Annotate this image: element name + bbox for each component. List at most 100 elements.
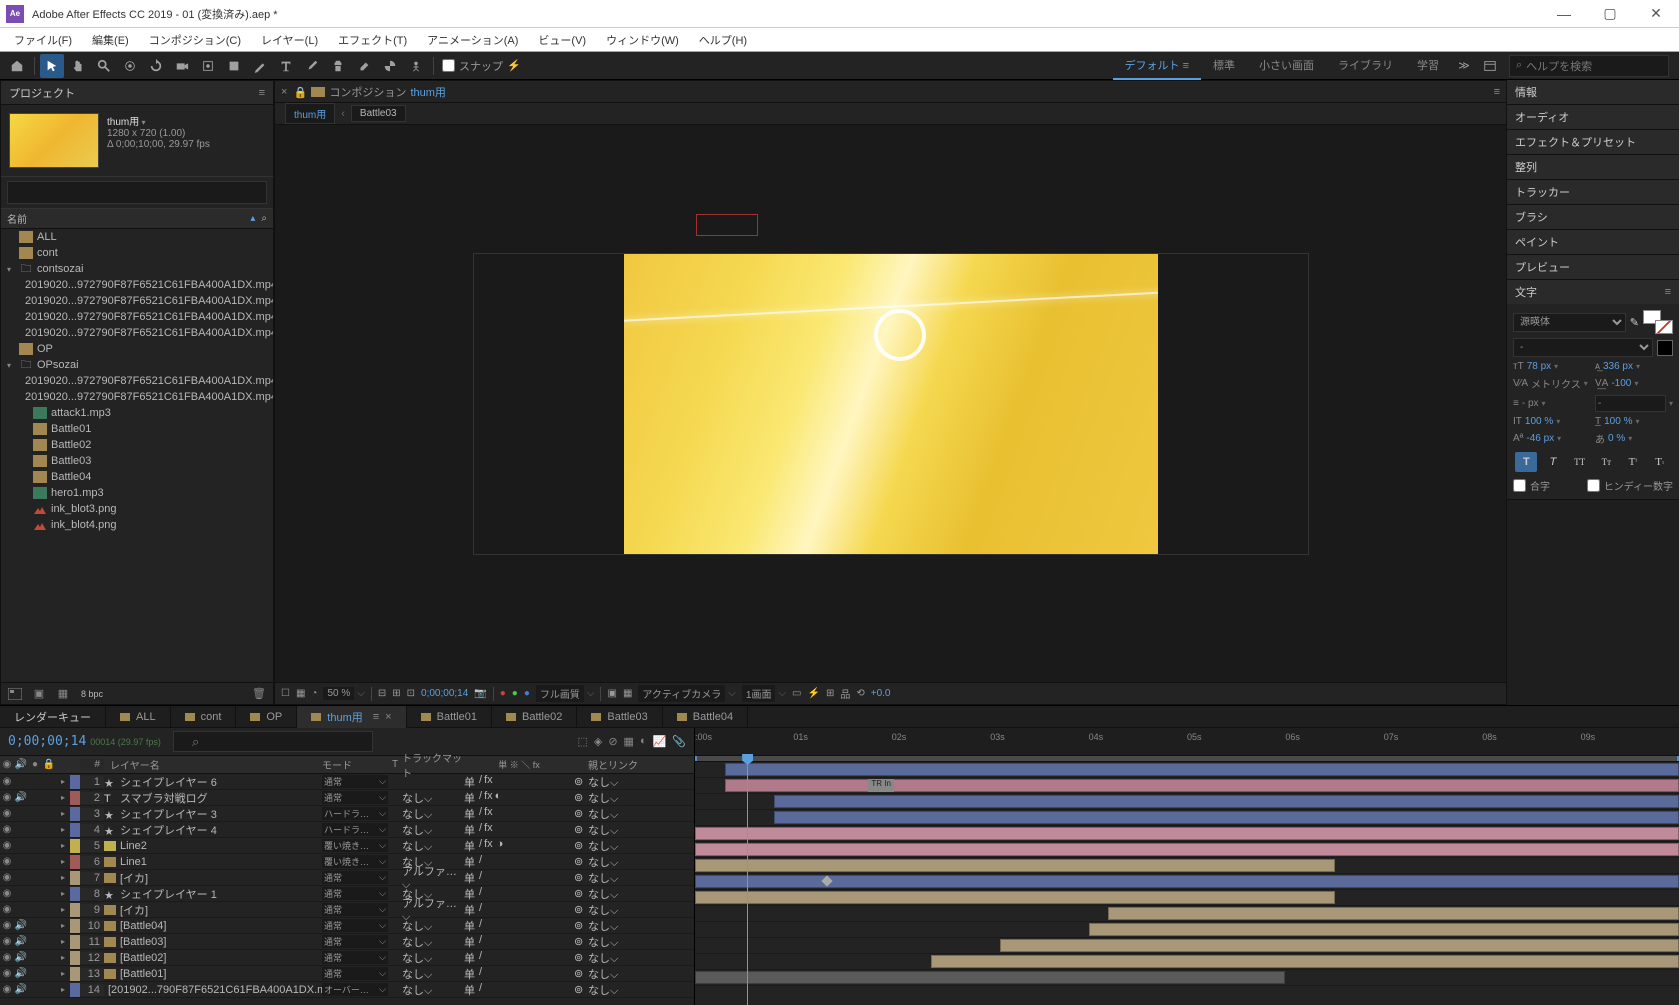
timeline-layer-row[interactable]: ◉▸8★シェイプレイヤー 1通常⌵なし⌵单/⊚なし⌵ [0,886,694,902]
italic-button[interactable]: T [1542,452,1564,472]
panel-header[interactable]: 情報 [1507,80,1679,104]
panel-header[interactable]: トラッカー [1507,180,1679,204]
close-tab-icon[interactable]: × [281,86,287,98]
roto-tool[interactable] [378,54,402,78]
zoom-dropdown[interactable]: 50 % [323,687,354,700]
panel-header[interactable]: 整列 [1507,155,1679,179]
snap-checkbox[interactable] [442,59,455,72]
timeline-layer-row[interactable]: ◉🔊▸10[Battle04]通常⌵なし⌵单/⊚なし⌵ [0,918,694,934]
superscript-button[interactable]: T¹ [1622,452,1644,472]
orbit-tool[interactable] [118,54,142,78]
pixel-aspect-icon[interactable]: ▭ [792,688,801,699]
menu-item[interactable]: 編集(E) [82,29,139,51]
timeline-layer-row[interactable]: ◉▸5Line2覆い焼き…⌵なし⌵单/fx◑⊚なし⌵ [0,838,694,854]
selection-tool[interactable] [40,54,64,78]
project-item[interactable]: ink_blot3.png [1,501,273,517]
current-time-display[interactable]: 0;00;00;14 [8,734,86,749]
baseline-value[interactable]: -46 px [1526,433,1554,444]
solo-column-icon[interactable]: ● [28,759,42,770]
audio-column-icon[interactable]: 🔊 [14,759,28,770]
motion-blur-icon[interactable]: ◐ [640,735,647,748]
panel-menu-icon[interactable]: ≡ [259,87,265,99]
project-item[interactable]: Battle03 [1,453,273,469]
panel-header[interactable]: エフェクト＆プリセット [1507,130,1679,154]
new-comp-button[interactable]: ▦ [53,685,73,703]
stroke-position[interactable]: - [1595,395,1666,412]
kerning-value[interactable]: メトリクス [1531,376,1581,391]
font-family-dropdown[interactable]: 源暎体 [1513,313,1626,332]
workspace-tab[interactable]: ライブラリ [1326,52,1405,80]
timeline-layer-row[interactable]: ◉🔊▸13[Battle01]通常⌵なし⌵单/⊚なし⌵ [0,966,694,982]
reset-exposure-icon[interactable]: ⟲ [856,688,864,699]
views-dropdown[interactable]: 1画面 [742,685,776,702]
timeline-layer-row[interactable]: ◉▸1★シェイプレイヤー 6通常⌵单/fx⊚なし⌵ [0,774,694,790]
workspace-tab[interactable]: 小さい画面 [1247,52,1326,80]
timeline-tab[interactable]: Battle04 [663,706,748,728]
lock-column-icon[interactable]: 🔒 [42,759,56,770]
clone-tool[interactable] [326,54,350,78]
puppet-tool[interactable] [404,54,428,78]
workspace-reset[interactable] [1478,54,1502,78]
delete-button[interactable]: 🗑 [249,685,269,703]
project-item[interactable]: 2019020...972790F87F6521C61FBA400A1DX.mp… [1,277,273,293]
timeline-layer-row[interactable]: ◉🔊▸11[Battle03]通常⌵なし⌵单/⊚なし⌵ [0,934,694,950]
project-item[interactable]: ALL [1,229,273,245]
draft3d-icon[interactable]: ◈ [594,735,602,748]
flowchart-icon[interactable]: 品 [840,686,850,701]
menu-item[interactable]: エフェクト(T) [328,29,417,51]
lock-icon[interactable]: 🔒 [293,86,307,98]
grid-icon[interactable]: ⊞ [392,688,400,699]
pen-tool[interactable] [248,54,272,78]
new-folder-button[interactable]: ▣ [29,685,49,703]
transparency-grid-icon[interactable]: ▦ [623,688,632,699]
project-item[interactable]: attack1.mp3 [1,405,273,421]
project-item[interactable]: 2019020...972790F87F6521C61FBA400A1DX.mp… [1,373,273,389]
guide-icon[interactable]: ⊡ [407,688,415,699]
project-item[interactable]: 2019020...972790F87F6521C61FBA400A1DX.mp… [1,309,273,325]
interpret-button[interactable] [5,685,25,703]
project-item[interactable]: ink_blot4.png [1,517,273,533]
project-item[interactable]: Battle01 [1,421,273,437]
comp-tab-name[interactable]: thum用 [410,84,445,100]
menu-item[interactable]: アニメーション(A) [417,29,528,51]
current-time[interactable]: 0;00;00;14 [421,688,468,699]
rotate-tool[interactable] [144,54,168,78]
maximize-button[interactable]: ▢ [1587,0,1633,28]
timeline-tab[interactable]: OP [236,706,297,728]
shape-tool[interactable] [222,54,246,78]
ligatures-checkbox[interactable] [1513,479,1526,492]
breadcrumb[interactable]: thum用 [285,103,335,124]
project-item[interactable]: 2019020...972790F87F6521C61FBA400A1DX.mp… [1,293,273,309]
panel-header[interactable]: ペイント [1507,230,1679,254]
panel-header[interactable]: オーディオ [1507,105,1679,129]
timeline-tab[interactable]: ALL [106,706,171,728]
timeline-tab[interactable]: Battle02 [492,706,577,728]
menu-item[interactable]: ビュー(V) [528,29,596,51]
video-column-icon[interactable]: ◉ [0,759,14,770]
project-item[interactable]: hero1.mp3 [1,485,273,501]
workspace-tab[interactable]: 標準 [1201,52,1247,80]
vscale-value[interactable]: 100 % [1525,416,1553,427]
allcaps-button[interactable]: TT [1569,452,1591,472]
timeline-layer-row[interactable]: ◉▸7[イカ]通常⌵アルファ…⌵单/⊚なし⌵ [0,870,694,886]
column-type-icon[interactable]: ⌕ [261,213,267,224]
hscale-value[interactable]: 100 % [1604,416,1632,427]
timeline-tab[interactable]: レンダーキュー [0,706,106,728]
workspace-overflow[interactable]: ≫ [1452,54,1476,78]
workspace-tab[interactable]: デフォルト ≡ [1113,52,1201,80]
selected-comp-name[interactable]: thum用 [107,113,210,128]
frame-blend-icon[interactable]: ▦ [624,735,634,748]
fast-preview-icon[interactable]: ⚡ [808,688,820,699]
menu-item[interactable]: レイヤー(L) [251,29,328,51]
eyedropper-icon[interactable]: ✎ [1630,316,1639,329]
type-tool[interactable] [274,54,298,78]
timeline-layer-row[interactable]: ◉🔊▸12[Battle02]通常⌵なし⌵单/⊚なし⌵ [0,950,694,966]
zoom-tool[interactable] [92,54,116,78]
pan-behind-tool[interactable] [196,54,220,78]
hand-tool[interactable] [66,54,90,78]
workspace-tab[interactable]: 学習 [1405,52,1451,80]
column-name[interactable]: 名前 [7,211,27,226]
timeline-layer-row[interactable]: ◉▸3★シェイプレイヤー 3ハードラ…⌵なし⌵单/fx⊚なし⌵ [0,806,694,822]
swap-colors-icon[interactable] [1657,340,1673,356]
composition-viewer[interactable] [275,125,1506,682]
